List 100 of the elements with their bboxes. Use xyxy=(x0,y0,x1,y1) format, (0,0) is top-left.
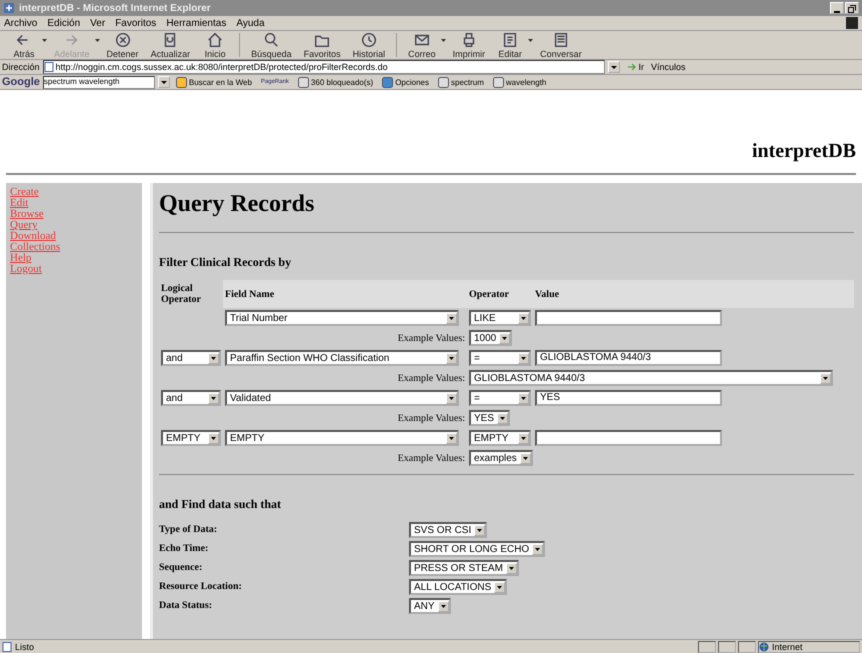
column-header: Value xyxy=(533,280,854,308)
toolbar-button[interactable]: Conversar xyxy=(535,31,587,59)
caret-icon xyxy=(521,316,526,320)
value-field[interactable]: YES xyxy=(535,390,722,406)
minimize-icon xyxy=(834,11,840,13)
value-field[interactable]: GLIOBLASTOMA 9440/3 xyxy=(535,350,722,366)
caret-icon xyxy=(449,356,454,360)
toolbar-button[interactable]: Inicio xyxy=(197,31,234,59)
menu-item[interactable]: Edición xyxy=(47,18,80,28)
menu-item[interactable]: Ver xyxy=(90,18,106,28)
status-panel xyxy=(738,640,756,652)
caret-icon xyxy=(449,316,454,320)
caret-icon xyxy=(522,456,528,460)
example-values-dropdown[interactable]: GLIOBLASTOMA 9440/3 xyxy=(469,370,833,386)
security-zone: Internet xyxy=(758,640,860,652)
criteria-dropdown[interactable]: SHORT OR LONG ECHO xyxy=(409,541,546,557)
dropdown-button[interactable] xyxy=(608,61,620,73)
field-label: Sequence: xyxy=(159,561,204,575)
toolbar-icon xyxy=(492,76,504,88)
caret-icon xyxy=(449,436,454,440)
dropdown-caret-icon[interactable] xyxy=(42,39,47,42)
menu-item[interactable]: Archivo xyxy=(4,18,38,28)
caret-icon xyxy=(535,548,540,550)
caret-icon xyxy=(211,356,216,360)
example-values-dropdown[interactable]: examples xyxy=(469,450,533,466)
toolbar-button[interactable]: 360 bloqueado(s) xyxy=(294,76,376,88)
section-heading: and Find data such that xyxy=(159,497,282,512)
caret-icon xyxy=(500,416,506,420)
caret-icon xyxy=(502,336,508,340)
logical-operator-dropdown[interactable]: and xyxy=(161,350,221,366)
logical-operator-dropdown[interactable]: EMPTY xyxy=(161,430,221,446)
operator-dropdown[interactable]: = xyxy=(469,350,531,366)
criteria-dropdown[interactable]: ANY xyxy=(409,598,451,614)
restore-icon xyxy=(848,5,856,13)
toolbar-button[interactable]: Actualizar xyxy=(146,31,196,59)
example-label: Example Values: xyxy=(398,332,465,344)
restore-button[interactable] xyxy=(845,2,859,14)
toolbar-button[interactable]: Búsqueda xyxy=(246,31,297,59)
window-title: interpretDB - Microsoft Internet Explorer xyxy=(19,2,212,14)
links-label[interactable]: Vínculos xyxy=(651,62,686,72)
dropdown-caret-icon[interactable] xyxy=(440,39,446,42)
toolbar-icon xyxy=(176,76,187,88)
example-values-dropdown[interactable]: YES xyxy=(469,410,510,426)
toolbar-button[interactable]: Buscar en la Web xyxy=(172,76,255,88)
search-field[interactable]: spectrum wavelength xyxy=(42,76,155,88)
criteria-dropdown[interactable]: ALL LOCATIONS xyxy=(409,579,508,595)
value-field[interactable] xyxy=(535,430,722,446)
caret-icon xyxy=(449,396,454,400)
toolbar-button[interactable]: Detener xyxy=(102,31,144,59)
caret-icon xyxy=(521,356,526,360)
status-text: Listo xyxy=(2,642,696,652)
operator-dropdown[interactable]: EMPTY xyxy=(469,430,531,446)
toolbar-button[interactable]: Historial xyxy=(348,31,390,59)
example-values-dropdown[interactable]: 1000 xyxy=(469,330,512,346)
google-logo[interactable]: Google xyxy=(2,76,40,88)
minimize-button[interactable] xyxy=(830,2,844,14)
toolbar-icon xyxy=(382,76,394,88)
caret-icon xyxy=(610,66,617,68)
field-name-dropdown[interactable]: EMPTY xyxy=(225,430,459,446)
menu-item[interactable]: Ayuda xyxy=(236,18,265,28)
address-field[interactable]: http://noggin.cm.cogs.sussex.ac.uk:8080/interpretDB/protected/proFilterRecords.do xyxy=(42,60,605,74)
example-label: Example Values: xyxy=(398,452,465,464)
site-title: interpretDB xyxy=(752,140,856,163)
stop-icon xyxy=(114,31,132,49)
value-field[interactable] xyxy=(535,310,722,326)
field-name-dropdown[interactable]: Paraffin Section WHO Classification xyxy=(225,350,459,366)
caret-icon xyxy=(508,566,514,570)
search-icon xyxy=(262,31,280,49)
dropdown-button[interactable] xyxy=(158,76,170,88)
page-icon xyxy=(44,62,54,72)
field-label: Data Status: xyxy=(159,599,214,613)
section-heading: Filter Clinical Records by xyxy=(159,255,292,270)
caret-icon xyxy=(160,80,167,84)
toolbar-button[interactable]: Atrás xyxy=(6,31,42,59)
toolbar-button[interactable]: Imprimir xyxy=(448,31,490,59)
toolbar-button[interactable]: wavelength xyxy=(490,76,550,88)
toolbar-button[interactable]: spectrum xyxy=(435,76,487,88)
toolbar-icon xyxy=(298,76,309,88)
toolbar-button[interactable]: Favoritos xyxy=(298,31,346,59)
go-button[interactable]: Ir xyxy=(622,62,648,72)
field-label: Echo Time: xyxy=(159,542,210,556)
logical-operator-dropdown[interactable]: and xyxy=(161,390,221,406)
field-name-dropdown[interactable]: Trial Number xyxy=(225,310,459,326)
menu-item[interactable]: Herramientas xyxy=(166,18,226,28)
toolbar-button[interactable]: Opciones xyxy=(379,76,432,88)
field-label: Type of Data: xyxy=(159,523,218,537)
column-header: Operator xyxy=(467,280,533,308)
arrow-icon xyxy=(626,63,637,71)
operator-dropdown[interactable]: LIKE xyxy=(469,310,531,326)
toolbar-button[interactable]: Editar xyxy=(492,31,528,59)
operator-dropdown[interactable]: = xyxy=(469,390,531,406)
criteria-dropdown[interactable]: PRESS OR STEAM xyxy=(409,560,519,576)
page-heading: Query Records xyxy=(159,191,316,218)
caret-icon xyxy=(211,436,216,440)
column-header: Logical Operator xyxy=(159,280,223,308)
menu-item[interactable]: Favoritos xyxy=(115,18,156,28)
dropdown-caret-icon[interactable] xyxy=(528,39,534,42)
toolbar-button[interactable]: Correo xyxy=(403,31,441,59)
criteria-dropdown[interactable]: SVS OR CSI xyxy=(409,522,488,538)
field-name-dropdown[interactable]: Validated xyxy=(225,390,459,406)
